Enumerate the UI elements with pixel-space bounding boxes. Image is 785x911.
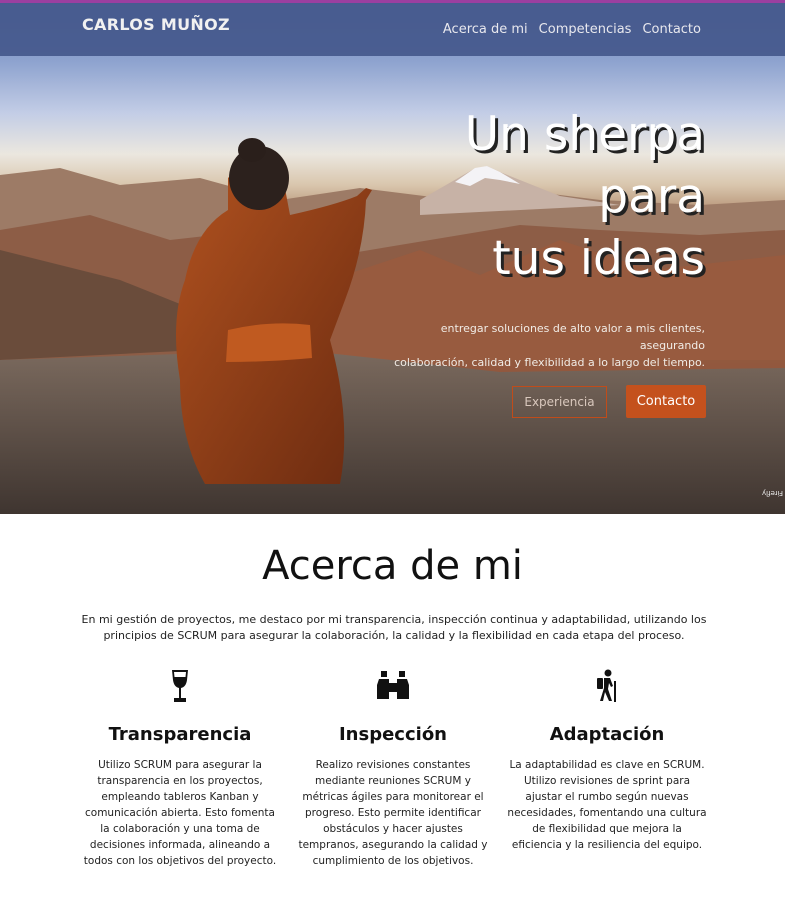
navbar: CARLOS MUÑOZ Acerca de mi Competencias C… bbox=[0, 3, 785, 56]
experiencia-button[interactable]: Experiencia bbox=[512, 386, 607, 418]
feature-title: Transparencia bbox=[108, 724, 252, 745]
nav-link-acerca[interactable]: Acerca de mi bbox=[443, 22, 528, 37]
hero-section: CARLOS MUÑOZ Acerca de mi Competencias C… bbox=[0, 0, 785, 514]
hero-subtitle: entregar soluciones de alto valor a mis … bbox=[385, 320, 705, 371]
nav-link-contacto[interactable]: Contacto bbox=[642, 22, 701, 37]
about-description: En mi gestión de proyectos, me destaco p… bbox=[81, 613, 707, 642]
hero-subtitle-line-1: entregar soluciones de alto valor a mis … bbox=[440, 322, 705, 352]
feature-transparencia: Transparencia Utilizo SCRUM para asegura… bbox=[80, 668, 280, 869]
feature-text: La adaptabilidad es clave en SCRUM. Util… bbox=[507, 759, 707, 851]
top-accent-line bbox=[0, 0, 785, 3]
hero-title-line-2: para bbox=[598, 169, 705, 224]
image-credit: Firefly bbox=[761, 489, 783, 497]
nav-link-competencias[interactable]: Competencias bbox=[539, 22, 632, 37]
contacto-button[interactable]: Contacto bbox=[626, 385, 706, 418]
about-title: Acerca de mi bbox=[262, 543, 523, 589]
hero-title-line-1: Un sherpa bbox=[464, 107, 705, 162]
hero-title-line-3: tus ideas bbox=[492, 231, 705, 286]
binoculars-icon bbox=[293, 668, 493, 704]
brand-logo[interactable]: CARLOS MUÑOZ bbox=[82, 15, 230, 34]
feature-title: Inspección bbox=[338, 724, 447, 745]
hero-subtitle-line-2: colaboración, calidad y flexibilidad a l… bbox=[394, 356, 705, 369]
feature-inspeccion: Inspección Realizo revisiones constantes… bbox=[293, 668, 493, 869]
wine-glass-icon bbox=[80, 668, 280, 704]
hiking-icon bbox=[507, 668, 707, 704]
feature-text: Realizo revisiones constantes mediante r… bbox=[298, 759, 488, 867]
feature-text: Utilizo SCRUM para asegurar la transpare… bbox=[83, 759, 277, 867]
hero-title: Un sherpa para tus ideas bbox=[345, 104, 705, 290]
feature-adaptacion: Adaptación La adaptabilidad es clave en … bbox=[507, 668, 707, 853]
feature-title: Adaptación bbox=[549, 724, 665, 745]
nav-menu: Acerca de mi Competencias Contacto bbox=[443, 22, 701, 37]
